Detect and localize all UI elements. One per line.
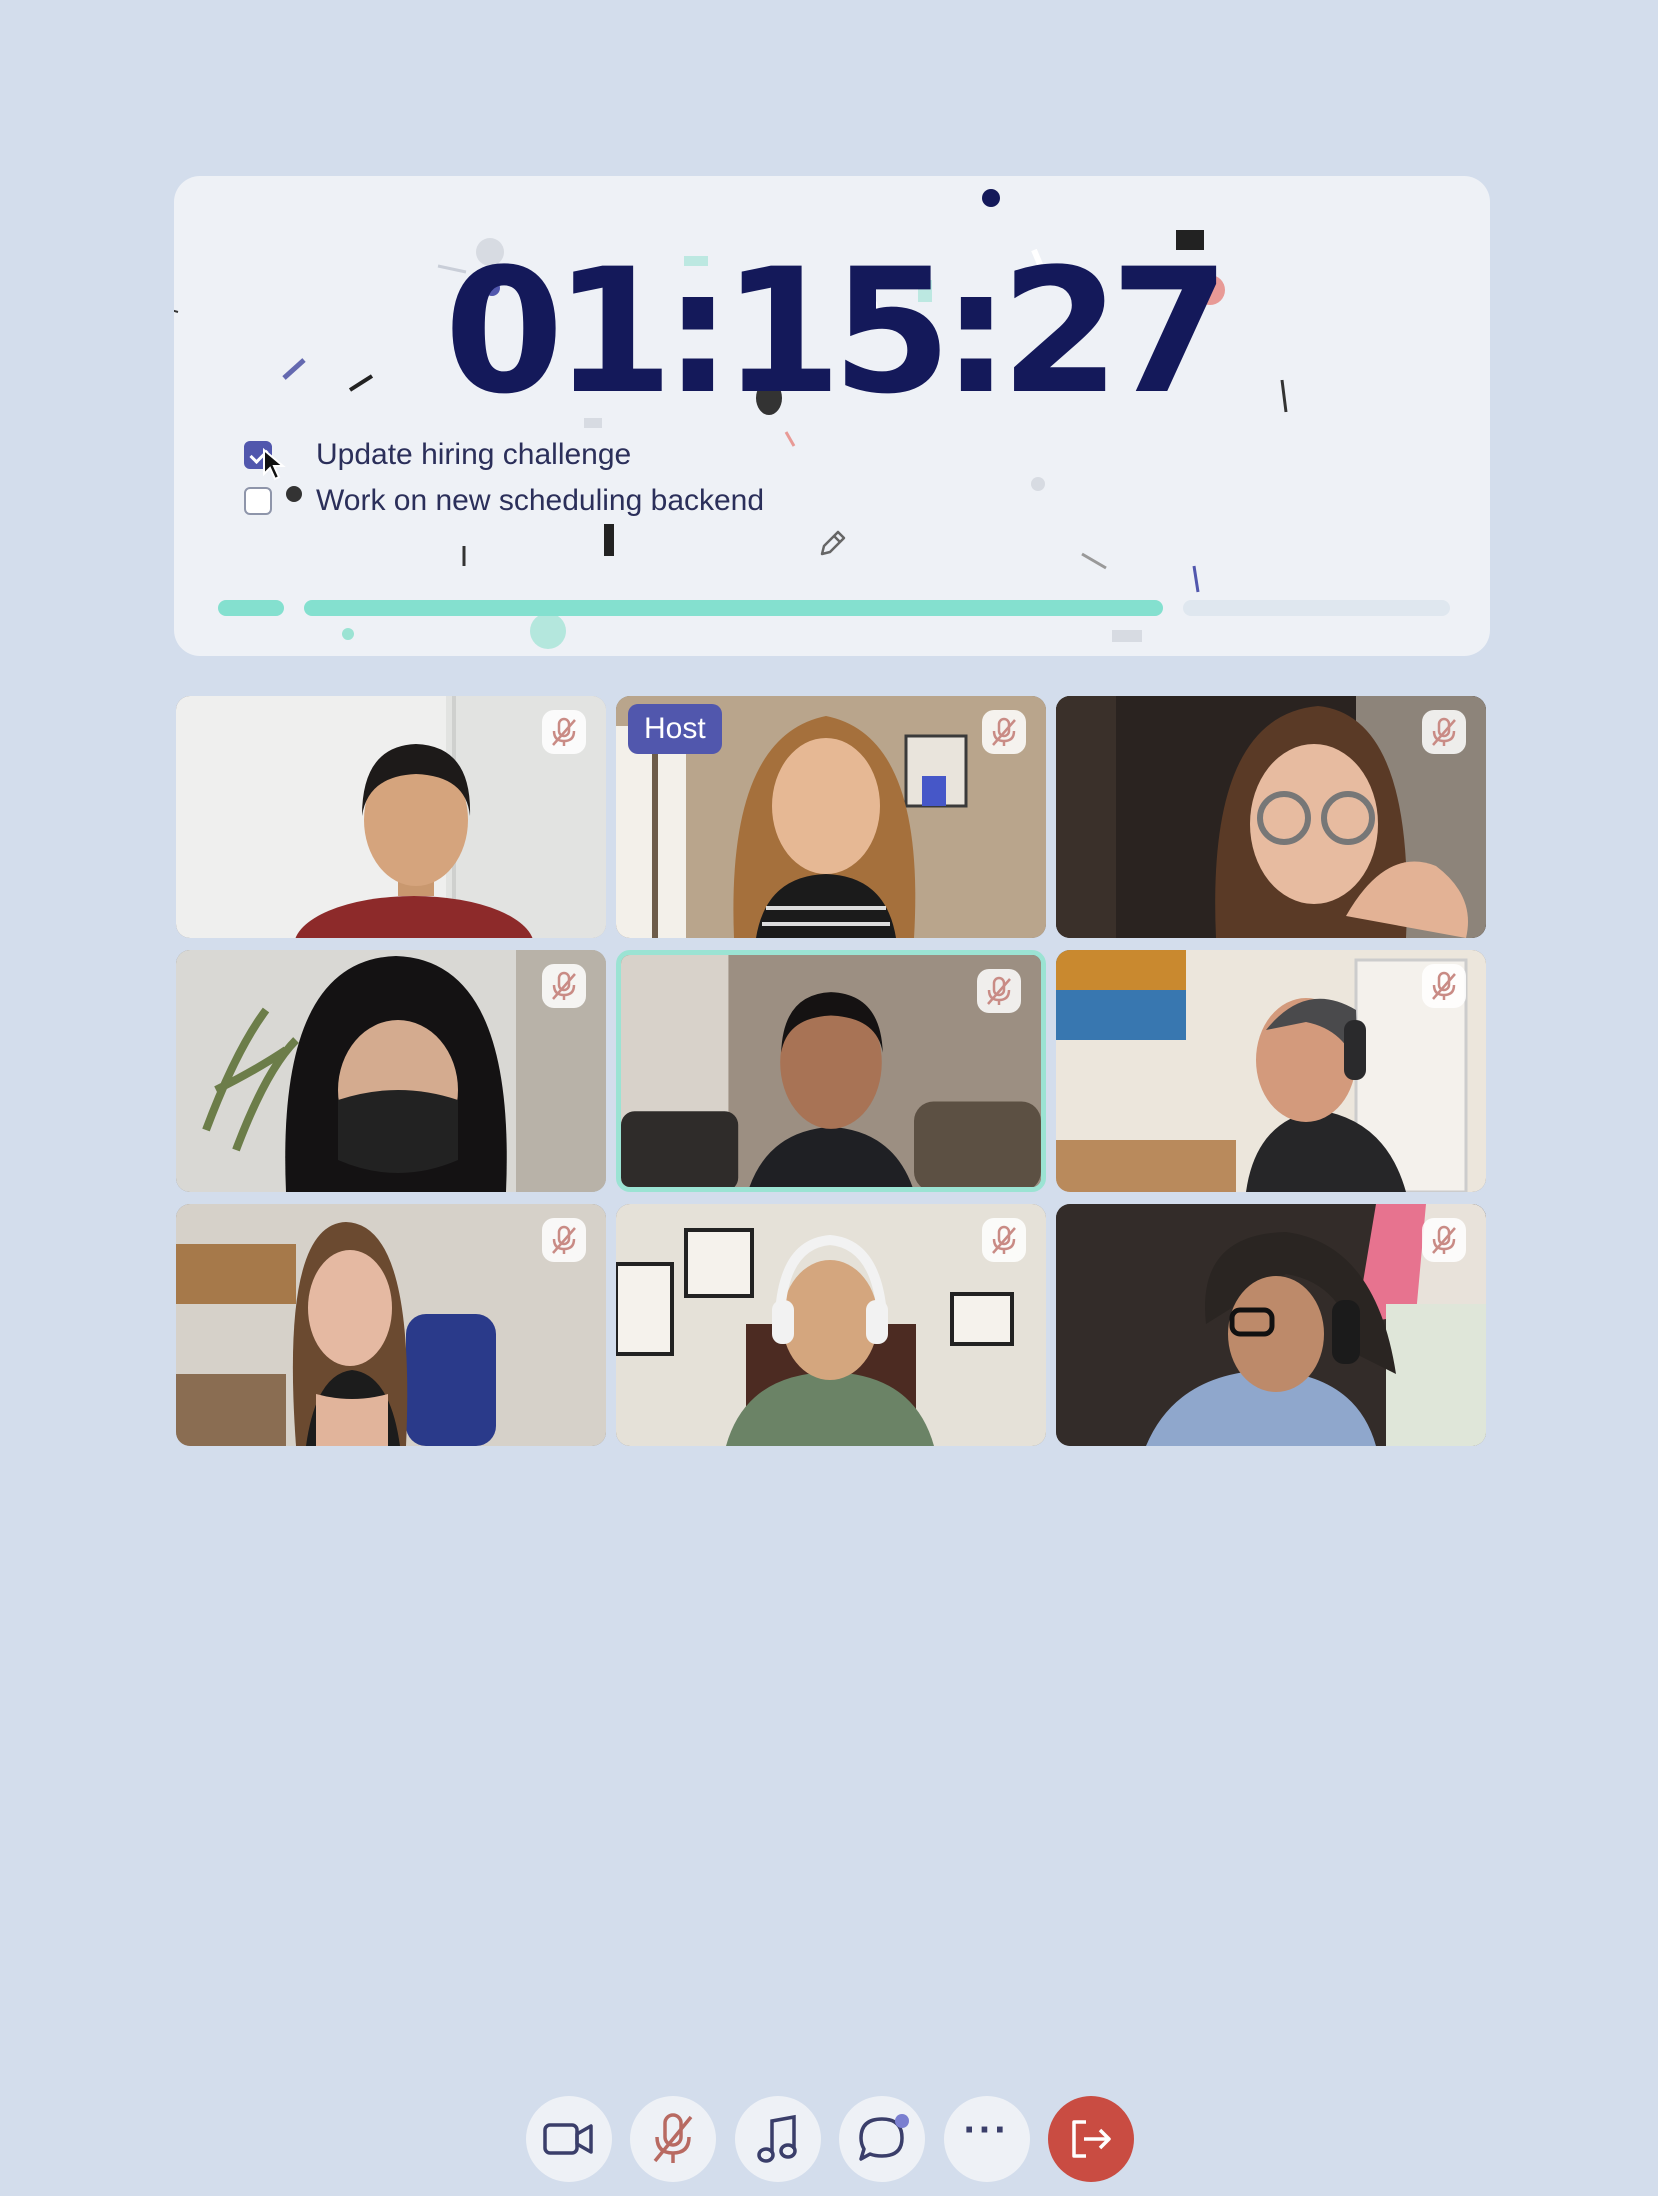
- muted-microphone-icon: [542, 964, 586, 1008]
- microphone-muted-icon: [654, 2113, 693, 2163]
- task-label: Update hiring challenge: [316, 438, 632, 471]
- task-item[interactable]: Work on new scheduling backend: [244, 478, 764, 524]
- muted-microphone-icon: [542, 1218, 586, 1262]
- muted-microphone-icon: [1422, 964, 1466, 1008]
- task-list: Update hiring challenge Work on new sche…: [244, 432, 764, 524]
- more-options-button[interactable]: ···: [943, 2096, 1030, 2182]
- progress-start-segment: [218, 600, 284, 616]
- participant-tile[interactable]: [176, 1204, 606, 1446]
- muted-microphone-icon: [1422, 710, 1466, 754]
- timer-progress-bar: [218, 600, 1450, 616]
- host-badge: Host: [628, 704, 722, 754]
- participant-tile[interactable]: [176, 696, 606, 938]
- video-camera-icon: [543, 2123, 593, 2155]
- muted-microphone-icon: [1422, 1218, 1466, 1262]
- mouse-cursor-icon: [263, 448, 286, 481]
- progress-fill: [304, 600, 1163, 616]
- progress-remaining: [1183, 600, 1450, 616]
- call-toolbar: ···: [526, 2096, 1134, 2184]
- leave-call-icon: [1072, 2120, 1111, 2158]
- muted-microphone-icon: [977, 969, 1021, 1013]
- task-item[interactable]: Update hiring challenge: [244, 432, 764, 478]
- participant-tile[interactable]: Host: [616, 696, 1046, 938]
- mic-toggle-button[interactable]: [630, 2096, 717, 2182]
- more-options-icon: ···: [963, 2107, 1010, 2152]
- muted-microphone-icon: [982, 1218, 1026, 1262]
- edit-pencil-icon[interactable]: [814, 526, 850, 562]
- participant-tile[interactable]: [1056, 950, 1486, 1192]
- participant-tile[interactable]: [616, 1204, 1046, 1446]
- task-checkbox[interactable]: [244, 487, 272, 515]
- participant-tile[interactable]: [616, 950, 1046, 1192]
- muted-microphone-icon: [982, 710, 1026, 754]
- muted-microphone-icon: [542, 710, 586, 754]
- video-grid: Host: [176, 696, 1488, 1446]
- participant-tile[interactable]: [1056, 696, 1486, 938]
- timer-display: 01:15:27: [444, 231, 1230, 432]
- timer-card: 01:15:27 Update hiring challenge Work on…: [174, 176, 1490, 656]
- task-label: Work on new scheduling backend: [316, 484, 765, 517]
- participant-tile[interactable]: [1056, 1204, 1486, 1446]
- participant-tile[interactable]: [176, 950, 606, 1192]
- music-button[interactable]: [734, 2096, 821, 2182]
- video-toggle-button[interactable]: [526, 2096, 612, 2182]
- chat-button[interactable]: [839, 2096, 926, 2182]
- music-note-icon: [757, 2114, 797, 2163]
- leave-call-button[interactable]: [1047, 2096, 1134, 2182]
